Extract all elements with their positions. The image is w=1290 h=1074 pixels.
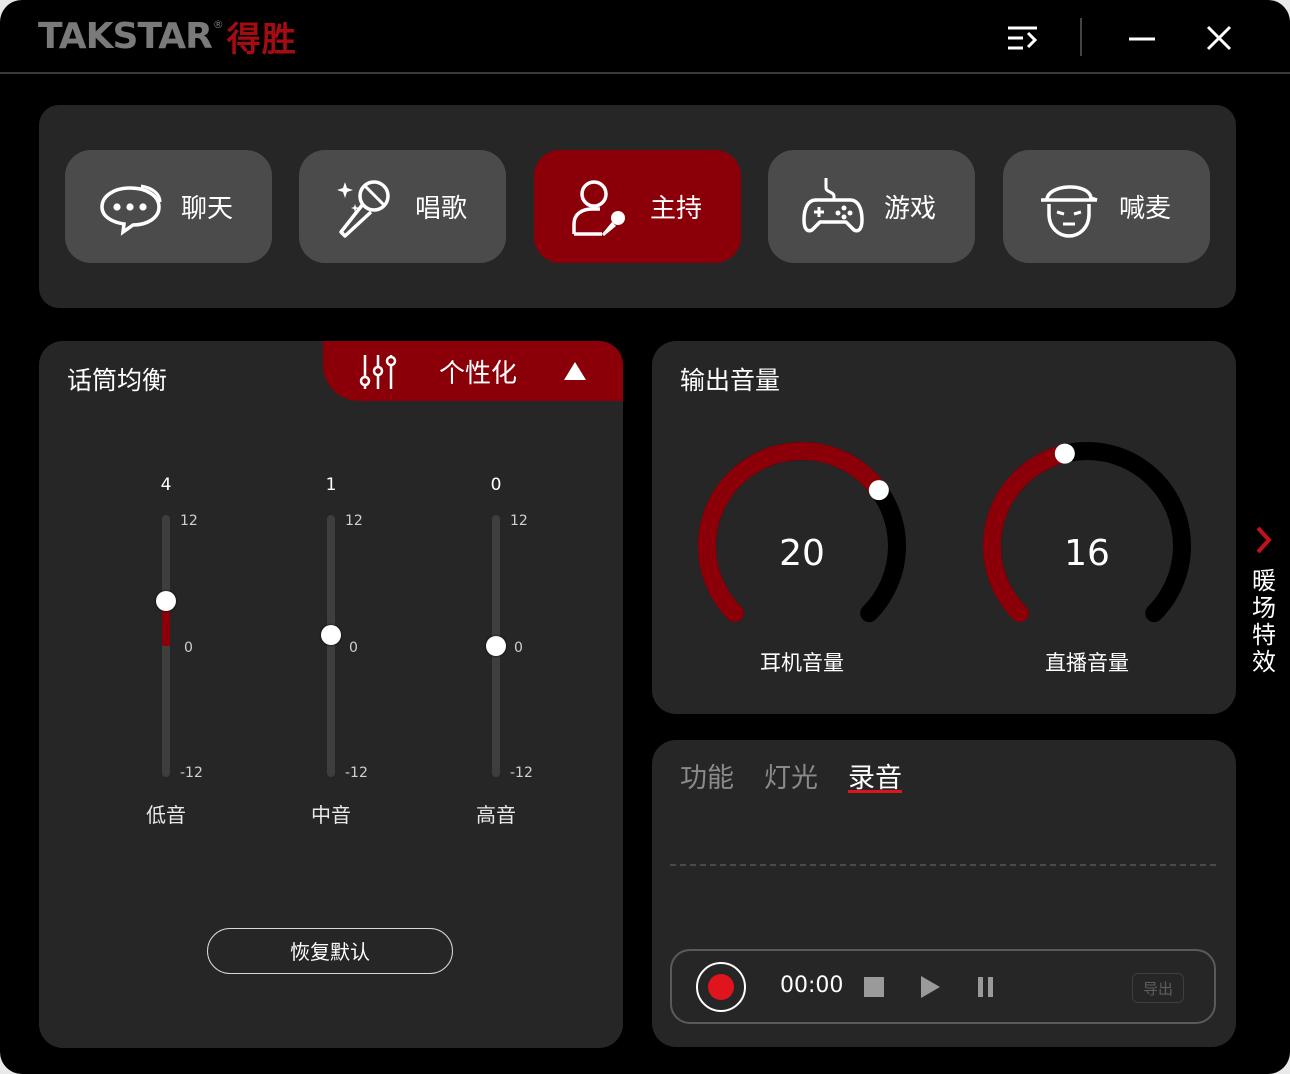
mode-button-sing[interactable]: 唱歌	[299, 150, 506, 263]
titlebar-separator	[0, 72, 1290, 74]
registered-mark: ®	[212, 17, 224, 31]
output-volume-panel: 输出音量 20 16 耳机音量 直播音量	[652, 341, 1236, 714]
eq-band-label: 高音	[476, 803, 516, 827]
gamepad-icon	[802, 178, 864, 233]
eq-value: 1	[325, 475, 337, 495]
knob-thumb[interactable]	[868, 480, 889, 501]
close-button[interactable]	[1199, 18, 1239, 58]
record-dot-icon	[708, 974, 734, 1000]
mode-label: 唱歌	[415, 194, 468, 224]
mode-button-game[interactable]: 游戏	[768, 150, 975, 263]
live-volume-value: 16	[1064, 533, 1110, 574]
eq-band-label: 中音	[311, 803, 351, 827]
tick-max: 12	[180, 513, 198, 529]
brand-name-en: TAKSTAR	[38, 15, 213, 57]
eq-band-label: 低音	[146, 803, 186, 827]
knob-thumb[interactable]	[1054, 443, 1075, 464]
close-icon	[1206, 25, 1232, 51]
tab-function[interactable]: 功能	[680, 756, 734, 795]
title-bar: TAKSTAR ® 得胜	[0, 0, 1290, 74]
host-person-mic-icon	[572, 180, 625, 236]
tick-mid: 0	[184, 640, 193, 656]
mode-panel: 聊天 唱歌 主持 游戏 喊麦	[39, 105, 1236, 308]
recording-time: 00:00	[780, 973, 844, 998]
eq-slider-treble: 0 12 0 -12 高音	[476, 461, 596, 827]
eq-value: 0	[490, 475, 502, 495]
tick-min: -12	[180, 765, 203, 781]
mic-eq-panel: 话筒均衡 个性化 4 12 0 -12 低音 1 12 0 -12 中音 0 1…	[39, 341, 623, 1048]
mode-button-shout[interactable]: 喊麦	[1003, 150, 1210, 263]
menu-list-button[interactable]	[1003, 18, 1043, 58]
brand-logo: TAKSTAR ® 得胜	[38, 14, 297, 60]
slider-thumb[interactable]	[321, 625, 341, 645]
tick-min: -12	[510, 765, 533, 781]
eq-value: 4	[160, 475, 172, 495]
live-volume-label: 直播音量	[1045, 651, 1129, 675]
mode-label: 主持	[650, 194, 703, 224]
slider-thumb[interactable]	[156, 591, 176, 611]
eq-preset-label: 个性化	[439, 359, 518, 389]
titlebar-divider	[1080, 18, 1082, 56]
tick-max: 12	[510, 513, 528, 529]
eq-preset-dropdown[interactable]: 个性化	[323, 341, 623, 401]
slider-track[interactable]	[327, 515, 335, 777]
chevron-right-icon	[1256, 526, 1272, 554]
mode-label: 喊麦	[1119, 194, 1172, 224]
headphone-volume-label: 耳机音量	[760, 651, 844, 675]
tick-min: -12	[345, 765, 368, 781]
function-panel: 功能 灯光 录音 00:00 导出	[652, 740, 1236, 1047]
eq-slider-mid: 1 12 0 -12 中音	[311, 461, 431, 827]
eq-title: 话筒均衡	[67, 366, 168, 395]
record-button[interactable]	[696, 962, 746, 1012]
mode-label: 聊天	[181, 194, 234, 224]
brand-name-cn: 得胜	[226, 19, 297, 60]
mode-label: 游戏	[884, 194, 937, 224]
equalizer-icon	[359, 355, 397, 389]
mode-button-host[interactable]: 主持	[534, 150, 741, 263]
chat-bubble-icon	[100, 184, 162, 236]
stop-icon[interactable]	[862, 975, 886, 999]
menu-list-icon	[1008, 26, 1038, 50]
tick-mid: 0	[514, 640, 523, 656]
pause-icon[interactable]	[974, 975, 998, 999]
recording-controls: 00:00 导出	[670, 949, 1216, 1024]
export-button[interactable]: 导出	[1132, 973, 1184, 1003]
recording-waveform-area	[670, 864, 1216, 866]
eq-slider-bass: 4 12 0 -12 低音	[146, 461, 266, 827]
minimize-button[interactable]	[1122, 18, 1162, 58]
headphone-volume-value: 20	[779, 533, 825, 574]
reset-default-button[interactable]: 恢复默认	[207, 928, 453, 974]
slider-thumb[interactable]	[486, 636, 506, 656]
play-icon[interactable]	[918, 975, 942, 999]
triangle-up-icon	[564, 362, 586, 380]
app-window: TAKSTAR ® 得胜 聊天 唱歌 主持 游戏 喊麦 话筒均衡 个性化 4 1…	[0, 0, 1290, 1074]
mode-button-chat[interactable]: 聊天	[65, 150, 272, 263]
active-tab-underline	[848, 790, 902, 793]
warmup-effects-label: 暖场特效	[1252, 567, 1276, 676]
tab-lighting[interactable]: 灯光	[764, 756, 818, 795]
slider-track[interactable]	[162, 515, 170, 777]
tick-mid: 0	[349, 640, 358, 656]
tick-max: 12	[345, 513, 363, 529]
minimize-icon	[1129, 37, 1155, 41]
warmup-effects-tab[interactable]: 暖场特效	[1244, 520, 1284, 680]
microphone-sparkle-icon	[337, 180, 390, 238]
cap-face-icon	[1041, 185, 1098, 238]
